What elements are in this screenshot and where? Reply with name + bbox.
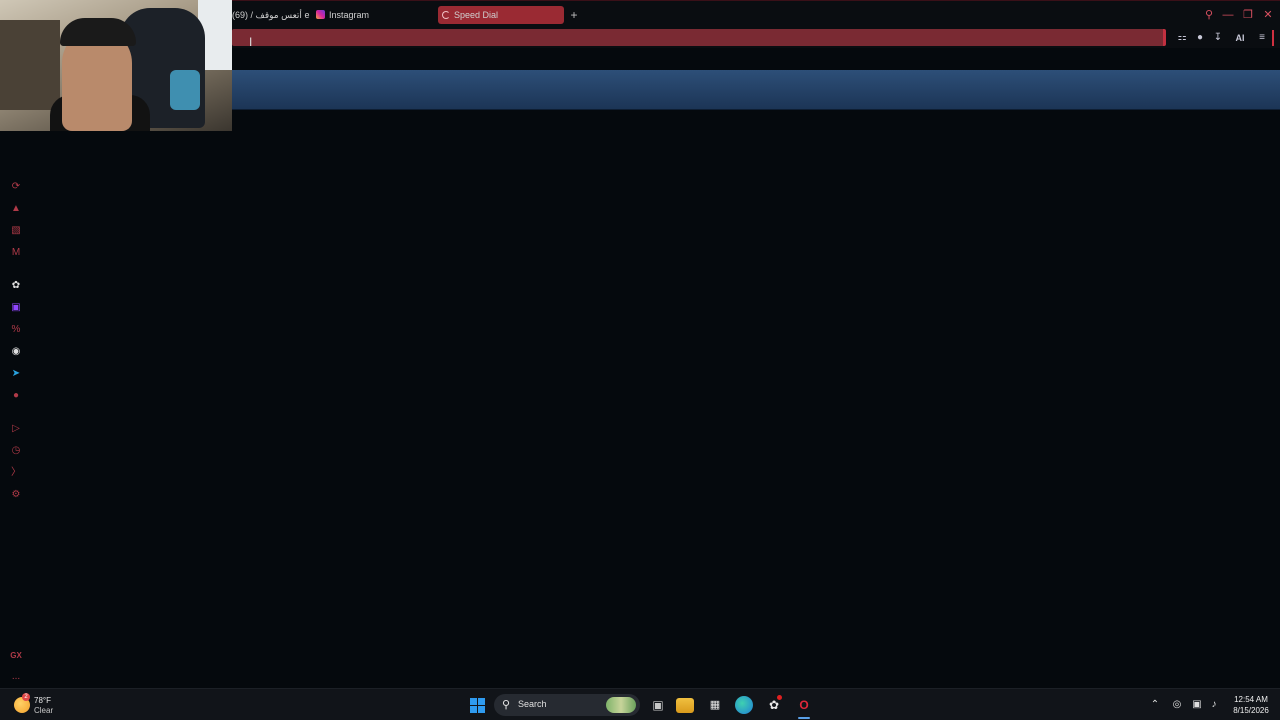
speed-dial-icon[interactable]: ⟳ <box>9 180 23 194</box>
tab-label: أتعس موقف / (69) e <box>232 10 310 20</box>
webcam-cap <box>60 18 136 46</box>
discord-icon[interactable]: ◉ <box>9 345 23 359</box>
start-pane <box>470 706 477 713</box>
webcam-shelf <box>0 20 60 110</box>
history-icon[interactable]: ◷ <box>9 444 23 458</box>
chatgpt-icon[interactable]: ✿ <box>9 279 23 293</box>
instagram-icon <box>316 10 325 19</box>
record-icon[interactable]: ● <box>9 389 23 403</box>
gx-corner-icon[interactable]: ▲ <box>9 202 23 216</box>
clock-time[interactable]: 12:54 AM <box>1226 695 1276 704</box>
start-pane <box>470 698 477 705</box>
network-icon[interactable]: ▣ <box>1190 697 1204 713</box>
windows-taskbar: 2 78°F Clear ⚲ Search ▣ ▦ ✿ O ⌃ ◎ ▣ ♪ 12… <box>0 688 1280 720</box>
tab-speed-dial[interactable]: Speed Dial <box>438 6 564 24</box>
weather-badge: 2 <box>22 693 30 701</box>
weather-condition: Clear <box>34 706 54 715</box>
new-tab-button[interactable]: + <box>568 8 580 22</box>
close-icon[interactable]: ✕ <box>1261 8 1275 22</box>
file-explorer-icon[interactable] <box>676 698 694 713</box>
edge-icon[interactable] <box>735 696 753 714</box>
settings-icon[interactable]: ⚙ <box>9 488 23 502</box>
maximize-icon[interactable]: ❐ <box>1241 8 1255 22</box>
search-icon: ⚲ <box>502 699 511 711</box>
search-placeholder: Search <box>518 699 547 709</box>
search-highlight-image <box>606 697 636 713</box>
gx-icon[interactable]: GX <box>9 649 23 663</box>
telegram-icon[interactable]: ➤ <box>9 367 23 381</box>
webcam-overlay <box>0 0 232 131</box>
chevron-up-icon[interactable]: ⌃ <box>1148 697 1162 713</box>
microphone-icon[interactable]: ◎ <box>1170 697 1184 713</box>
opera-gx-window: أتعس موقف / (69) e Instagram Speed Dial … <box>0 0 1280 688</box>
webcam-chair-accent <box>170 70 200 110</box>
aria-ai-button[interactable]: AI <box>1229 31 1251 45</box>
volume-icon[interactable]: ♪ <box>1207 697 1221 713</box>
notification-dot <box>777 695 782 700</box>
clock-date[interactable]: 8/15/2026 <box>1226 706 1276 715</box>
address-bar[interactable] <box>232 29 1166 46</box>
tab-x-post[interactable]: أتعس موقف / (69) e <box>228 6 310 24</box>
twitch-icon[interactable]: ▣ <box>9 301 23 315</box>
speed-dial-banner <box>232 70 1280 110</box>
tab-instagram[interactable]: Instagram <box>312 6 432 24</box>
start-button[interactable] <box>470 698 485 713</box>
minimize-icon[interactable]: — <box>1221 8 1235 22</box>
browser-sidebar: ⟳ ▲ ▧ M ✿ ▣ % ◉ ➤ ● ▷ ◷ 〉 ⚙ GX ... <box>0 131 32 688</box>
sidebar-edge-accent <box>1272 30 1274 46</box>
tab-label: Speed Dial <box>454 10 499 20</box>
pin-icon[interactable]: 〉 <box>9 466 23 480</box>
more-icon[interactable]: ... <box>9 670 23 684</box>
play-icon[interactable]: ▷ <box>9 422 23 436</box>
easy-setup-menu-icon[interactable]: ≡ <box>1255 31 1269 45</box>
microsoft-store-icon[interactable]: ▦ <box>705 695 725 715</box>
weather-temp: 78°F <box>34 696 51 705</box>
start-pane <box>478 698 485 705</box>
mail-icon[interactable]: M <box>9 246 23 260</box>
active-app-indicator <box>798 717 810 719</box>
loading-icon <box>442 11 450 19</box>
download-icon[interactable]: ↧ <box>1211 31 1225 45</box>
taskbar-search[interactable]: ⚲ Search <box>494 694 640 716</box>
task-view-icon[interactable]: ▣ <box>648 695 668 715</box>
player-icon[interactable]: ▧ <box>9 224 23 238</box>
opera-gx-icon[interactable]: O <box>794 695 814 715</box>
text-cursor-icon: I <box>249 35 253 49</box>
tab-label: Instagram <box>329 10 370 20</box>
start-pane <box>478 706 485 713</box>
ai-label: AI <box>1235 33 1245 43</box>
percent-icon[interactable]: % <box>9 323 23 337</box>
extensions-icon[interactable]: ⚏ <box>1175 31 1189 45</box>
profile-icon[interactable]: ● <box>1193 31 1207 45</box>
tab-search-icon[interactable]: ⚲ <box>1202 8 1216 22</box>
